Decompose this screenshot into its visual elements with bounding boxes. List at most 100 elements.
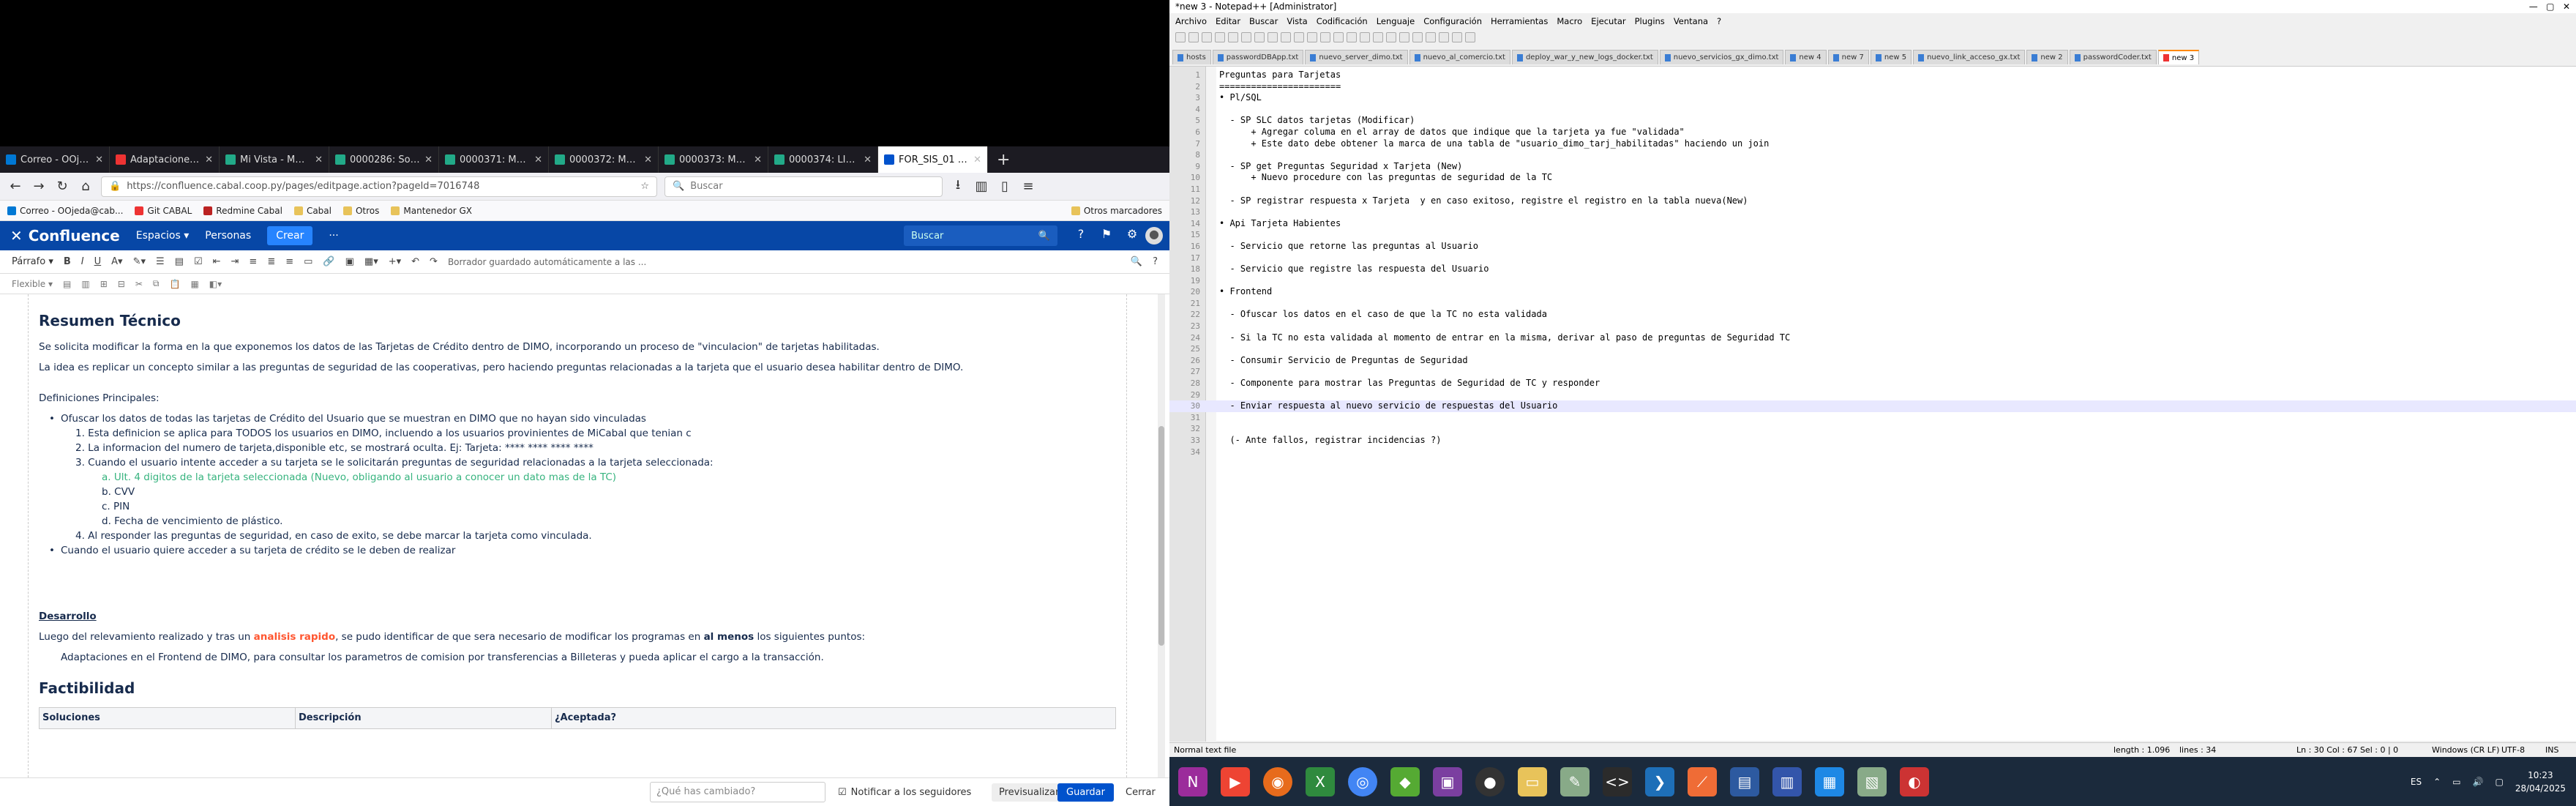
nav-people[interactable]: Personas — [205, 230, 251, 242]
reload-icon[interactable]: ↻ — [54, 179, 70, 194]
save-button[interactable]: Guardar — [1057, 783, 1114, 802]
line-text[interactable] — [1205, 366, 1219, 378]
line-text[interactable] — [1205, 275, 1219, 287]
line-text[interactable]: (- Ante fallos, registrar incidencias ?) — [1205, 435, 1441, 447]
text-line[interactable]: 21 — [1169, 298, 2576, 310]
link-icon[interactable]: 🔗 — [323, 256, 334, 267]
menu-ejecutar[interactable]: Ejecutar — [1591, 16, 1625, 26]
save-all-icon[interactable] — [1215, 32, 1225, 42]
app-icon[interactable]: ▥ — [1772, 766, 1802, 796]
chrome-icon[interactable]: ◎ — [1348, 766, 1377, 796]
text-line[interactable]: 12 - SP registrar respuesta x Tarjeta y … — [1169, 195, 2576, 207]
text-line[interactable]: 31 — [1169, 412, 2576, 424]
align-right-icon[interactable]: ≡ — [285, 256, 293, 267]
text-line[interactable]: 29 — [1169, 389, 2576, 401]
close-icon[interactable]: ✕ — [315, 154, 323, 165]
table-header-cell[interactable]: ¿Aceptada? — [552, 708, 625, 728]
table-split-icon[interactable]: ⊟ — [118, 279, 125, 289]
line-text[interactable] — [1205, 229, 1219, 241]
table-color-icon[interactable]: ◧▾ — [209, 279, 222, 289]
word-wrap-icon[interactable] — [1399, 32, 1409, 42]
redo-icon[interactable] — [1320, 32, 1330, 42]
more-button[interactable]: ··· — [329, 230, 338, 242]
text-line[interactable]: 20 • Frontend — [1169, 286, 2576, 298]
text-line[interactable]: 4 — [1169, 104, 2576, 116]
confluence-search[interactable]: Buscar 🔍 — [904, 225, 1057, 246]
bullet-list-icon[interactable]: ☰ — [156, 256, 165, 267]
line-text[interactable] — [1205, 343, 1219, 355]
close-icon[interactable]: ✕ — [534, 154, 542, 165]
find-icon[interactable]: 🔍 — [1131, 256, 1142, 267]
notification-icon[interactable]: ▢ — [2495, 777, 2503, 787]
file-tab[interactable]: nuevo_link_acceso_gx.txt — [1913, 50, 2026, 64]
table-header-icon[interactable]: ▦ — [190, 279, 198, 289]
line-text[interactable] — [1205, 298, 1219, 310]
line-text[interactable]: - SP registrar respuesta x Tarjeta y en … — [1205, 195, 1748, 207]
menu-editar[interactable]: Editar — [1216, 16, 1240, 26]
table-col-icon[interactable]: ▥ — [81, 279, 89, 289]
text-line[interactable]: 28 - Componente para mostrar las Pregunt… — [1169, 378, 2576, 389]
text-line[interactable]: 6 + Agregar columa en el array de datos … — [1169, 127, 2576, 138]
text-line[interactable]: 13 — [1169, 206, 2576, 218]
editor-content[interactable]: Resumen Técnico Se solicita modificar la… — [28, 294, 1127, 777]
close-icon[interactable]: ✕ — [205, 154, 213, 165]
folder-icon[interactable]: ▭ — [1518, 766, 1547, 796]
align-center-icon[interactable]: ≣ — [267, 256, 275, 267]
text-line[interactable]: 27 — [1169, 366, 2576, 378]
menu-icon[interactable]: ≡ — [1020, 179, 1036, 194]
save-icon[interactable] — [1202, 32, 1212, 42]
line-text[interactable] — [1205, 389, 1219, 401]
scrollbar[interactable] — [1158, 294, 1165, 777]
menu-archivo[interactable]: Archivo — [1175, 16, 1207, 26]
line-text[interactable]: • Pl/SQL — [1205, 92, 1262, 104]
page-layout-icon[interactable]: ▭ — [304, 256, 312, 267]
menu-herramientas[interactable]: Herramientas — [1491, 16, 1548, 26]
browser-tab[interactable]: Adaptaciones de ✕ — [110, 146, 220, 173]
line-text[interactable] — [1205, 423, 1219, 435]
firefox-icon[interactable]: ◉ — [1263, 766, 1292, 796]
text-line[interactable]: 32 — [1169, 423, 2576, 435]
text-lines[interactable]: 1 Preguntas para Tarjetas 2 ===============… — [1169, 70, 2576, 458]
menu-buscar[interactable]: Buscar — [1249, 16, 1278, 26]
italic-icon[interactable]: I — [81, 256, 84, 267]
find-icon[interactable] — [1333, 32, 1344, 42]
search-bar[interactable]: 🔍 Buscar — [664, 176, 943, 197]
menu-ventana[interactable]: Ventana — [1674, 16, 1708, 26]
bookmark-item[interactable]: Correo - OOjeda@cab... — [7, 206, 123, 216]
browser-tab-active[interactable]: FOR_SIS_01 [Tick ✕ — [878, 146, 988, 173]
image-icon[interactable]: ▣ — [345, 256, 354, 267]
browser-tab[interactable]: 0000374: LIMITE ✕ — [768, 146, 878, 173]
show-all-icon[interactable] — [1412, 32, 1423, 42]
nav-spaces[interactable]: Espacios ▾ — [136, 230, 190, 242]
close-icon[interactable]: ✕ — [864, 154, 872, 165]
close-icon[interactable] — [1228, 32, 1238, 42]
cut-icon[interactable] — [1268, 32, 1278, 42]
file-tab[interactable]: new 7 — [1827, 50, 1869, 64]
file-tab-active[interactable]: new 3 — [2157, 50, 2200, 64]
menu-vista[interactable]: Vista — [1287, 16, 1307, 26]
line-text[interactable]: - SP SLC datos tarjetas (Modificar) — [1205, 115, 1415, 127]
chevron-up-icon[interactable]: ⌃ — [2433, 777, 2441, 787]
insert-icon[interactable]: +▾ — [389, 256, 401, 267]
close-icon[interactable]: ✕ — [424, 154, 433, 165]
indent-icon[interactable]: ⇥ — [231, 256, 239, 267]
table-merge-icon[interactable]: ⊞ — [100, 279, 108, 289]
app-icon[interactable]: ▣ — [1433, 766, 1462, 796]
file-tab[interactable]: passwordCoder.txt — [2069, 50, 2157, 64]
close-all-icon[interactable] — [1241, 32, 1251, 42]
text-line[interactable]: 16 - Servicio que retorne las preguntas … — [1169, 241, 2576, 253]
help-icon[interactable]: ? — [1153, 256, 1158, 267]
menu-codificacion[interactable]: Codificación — [1317, 16, 1368, 26]
create-button[interactable]: Crear — [267, 226, 313, 245]
file-tab[interactable]: new 2 — [2026, 50, 2068, 64]
line-text[interactable]: - Consumir Servicio de Preguntas de Segu… — [1205, 355, 1467, 367]
table-row-icon[interactable]: ▤ — [63, 279, 71, 289]
close-icon[interactable]: ✕ — [754, 154, 762, 165]
browser-tab[interactable]: 0000372: MEJOR ✕ — [549, 146, 659, 173]
line-text[interactable]: - Enviar respuesta al nuevo servicio de … — [1205, 400, 1557, 412]
language-indicator[interactable]: ES — [2411, 777, 2422, 787]
line-text[interactable] — [1205, 149, 1219, 161]
excel-icon[interactable]: X — [1306, 766, 1335, 796]
close-icon[interactable]: ✕ — [95, 154, 103, 165]
app-icon[interactable]: ▧ — [1857, 766, 1887, 796]
